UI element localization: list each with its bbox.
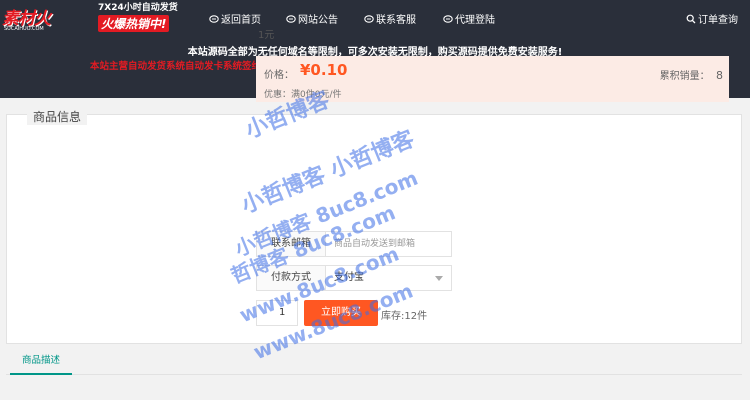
notice-icon (286, 14, 296, 23)
payment-label: 付款方式 (256, 265, 326, 291)
price-label: 价格： (264, 70, 294, 81)
email-input[interactable]: 商品自动发送到邮箱 (326, 231, 452, 257)
nav-customer-service-label: 联系客服 (376, 15, 416, 26)
nav-announcement-label: 网站公告 (298, 15, 338, 26)
nav-agent-login[interactable]: 代理登陆 (443, 11, 495, 26)
tab-bar: 商品描述 (6, 350, 742, 375)
nav-announcement[interactable]: 网站公告 (286, 11, 338, 26)
slogan: 7X24小时自动发货 火爆热销中! (98, 3, 198, 33)
sales-value: 8 (716, 69, 723, 82)
product-name: 1元 (258, 30, 275, 41)
nav-home-label: 返回首页 (221, 15, 261, 26)
price-box: 价格： ¥0.10 优惠：满0件0元/件 累积销量： 8 (256, 56, 729, 102)
nav-home[interactable]: 返回首页 (209, 11, 261, 26)
slogan-line1: 7X24小时自动发货 (98, 3, 178, 13)
agent-icon (443, 14, 453, 23)
top-header: 素材火 SUCAIHUO.COM 7X24小时自动发货 火爆热销中! 返回首页 … (0, 0, 750, 36)
payment-select[interactable]: 支付宝 (326, 265, 452, 291)
nav-customer-service[interactable]: 联系客服 (364, 11, 416, 26)
sales-label: 累积销量： (659, 71, 710, 82)
discount-text: 优惠：满0件0元/件 (264, 90, 342, 100)
nav-order-query-label: 订单查询 (698, 15, 738, 26)
nav-order-query[interactable]: 订单查询 (686, 11, 738, 26)
payment-row: 付款方式 支付宝 (256, 265, 452, 291)
quantity-input[interactable]: 1 (256, 300, 298, 326)
chevron-down-icon (435, 276, 443, 281)
email-row: 联系邮箱 商品自动发送到邮箱 (256, 231, 452, 257)
search-icon (686, 14, 696, 23)
sales-count: 累积销量： 8 (660, 67, 723, 82)
tab-description[interactable]: 商品描述 (10, 350, 72, 375)
buy-now-button[interactable]: 立即购买 (304, 300, 378, 326)
payment-value: 支付宝 (334, 272, 364, 283)
home-icon (209, 14, 219, 23)
service-icon (364, 14, 374, 23)
price-value: ¥0.10 (300, 61, 348, 79)
slogan-line2: 火爆热销中! (98, 15, 170, 32)
nav-agent-login-label: 代理登陆 (455, 15, 495, 26)
site-logo[interactable]: 素材火 SUCAIHUO.COM (2, 4, 94, 32)
stock-text: 库存:12件 (381, 311, 428, 322)
email-label: 联系邮箱 (256, 231, 326, 257)
logo-subtext: SUCAIHUO.COM (4, 26, 44, 32)
panel-title: 商品信息 (27, 108, 88, 125)
